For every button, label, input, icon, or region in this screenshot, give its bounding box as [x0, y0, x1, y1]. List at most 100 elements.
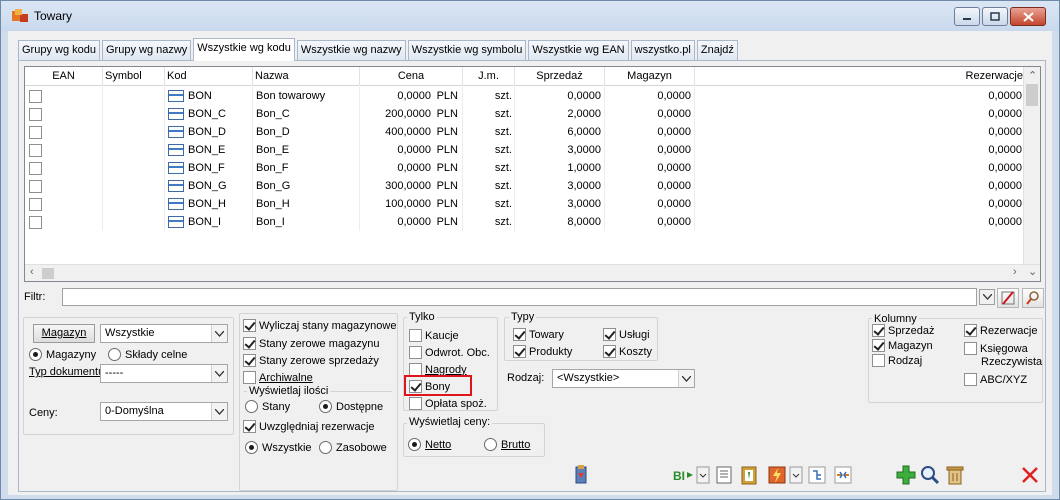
- checkbox-towary[interactable]: Towary: [513, 328, 564, 341]
- checkbox-col-sprzedaz[interactable]: Sprzedaż: [872, 324, 934, 337]
- checkbox-icon[interactable]: [29, 197, 42, 211]
- checkbox-col-rezerwacje[interactable]: Rezerwacje: [964, 324, 1037, 337]
- horizontal-scrollbar[interactable]: ‹ › ⌄: [25, 264, 1040, 281]
- scroll-up-icon[interactable]: ⌃: [1028, 69, 1037, 82]
- copy-to-clipboard-icon[interactable]: [570, 464, 592, 486]
- close-window-button[interactable]: [1010, 7, 1046, 26]
- checkbox-archiwalne[interactable]: Archiwalne: [243, 371, 313, 384]
- scroll-left-icon[interactable]: ‹: [30, 266, 34, 278]
- filter-input[interactable]: [62, 288, 977, 306]
- table-row[interactable]: BON_F Bon_F 0,0000 PLN szt. 1,0000 0,0000 0,000…: [25, 159, 1025, 177]
- maximize-button[interactable]: [982, 7, 1008, 26]
- tab-7[interactable]: Znajdź: [696, 40, 738, 61]
- table-row[interactable]: BON_I Bon_I 0,0000 PLN szt. 8,0000 0,0000 0,000…: [25, 213, 1025, 231]
- table-row[interactable]: BON Bon towarowy 0,0000 PLN szt. 0,0000 0,0000…: [25, 87, 1025, 105]
- radio-stany[interactable]: Stany: [245, 400, 290, 413]
- ceny-select[interactable]: 0-Domyślna: [100, 402, 228, 421]
- cell-ean[interactable]: [25, 159, 103, 177]
- tab-1[interactable]: Grupy wg nazwy: [101, 40, 192, 61]
- col-header-cena[interactable]: Cena: [360, 67, 463, 86]
- delete-icon[interactable]: [944, 464, 966, 486]
- checkbox-col-ksiegowa[interactable]: Księgowa: [964, 342, 1028, 355]
- chevron-down-icon[interactable]: [678, 370, 694, 387]
- table-row[interactable]: BON_C Bon_C 200,0000 PLN szt. 2,0000 0,0000 0,0…: [25, 105, 1025, 123]
- radio-brutto[interactable]: Brutto: [484, 438, 530, 451]
- radio-wszystkie[interactable]: Wszystkie: [245, 441, 312, 454]
- col-header-sprzedaz[interactable]: Sprzedaż: [515, 67, 605, 86]
- tab-0[interactable]: Grupy wg kodu: [18, 40, 100, 61]
- filter-dropdown-button[interactable]: [979, 289, 995, 305]
- magazyn-button[interactable]: Magazyn: [33, 324, 95, 343]
- search-icon[interactable]: [919, 464, 941, 486]
- radio-magazyny[interactable]: Magazyny: [29, 348, 96, 361]
- cell-ean[interactable]: [25, 195, 103, 213]
- checkbox-zerowe-sprzedazy[interactable]: Stany zerowe sprzedaży: [243, 354, 379, 367]
- clear-filter-button[interactable]: [997, 288, 1019, 308]
- checkbox-icon[interactable]: [29, 179, 42, 193]
- checkbox-kaucje[interactable]: Kaucje: [409, 329, 459, 342]
- checkbox-oplata-spoz[interactable]: Opłata spoż.: [409, 397, 487, 410]
- checkbox-icon[interactable]: [29, 89, 42, 103]
- checkbox-icon[interactable]: [29, 143, 42, 157]
- tab-2[interactable]: Wszystkie wg kodu: [193, 38, 295, 61]
- vertical-scroll-thumb[interactable]: [1026, 84, 1038, 106]
- tree-structure-icon[interactable]: [806, 464, 828, 486]
- cell-ean[interactable]: [25, 141, 103, 159]
- minimize-button[interactable]: [954, 7, 980, 26]
- cell-ean[interactable]: [25, 177, 103, 195]
- checkbox-icon[interactable]: [29, 125, 42, 139]
- col-header-magazyn[interactable]: Magazyn: [605, 67, 695, 86]
- checkbox-uwzgledniaj-rezerwacje[interactable]: Uwzględniaj rezerwacje: [243, 420, 375, 433]
- cell-ean[interactable]: [25, 105, 103, 123]
- vertical-scrollbar[interactable]: ⌃: [1023, 67, 1040, 264]
- radio-zasobowe[interactable]: Zasobowe: [319, 441, 387, 454]
- clipboard-icon[interactable]: [738, 464, 760, 486]
- table-row[interactable]: BON_E Bon_E 0,0000 PLN szt. 3,0000 0,0000 0,000…: [25, 141, 1025, 159]
- col-header-jm[interactable]: J.m.: [463, 67, 515, 86]
- filter-constructor-button[interactable]: [1022, 288, 1044, 308]
- checkbox-produkty[interactable]: Produkty: [513, 345, 572, 358]
- col-header-symbol[interactable]: Symbol: [103, 67, 165, 86]
- radio-sklady-celne[interactable]: Składy celne: [108, 348, 187, 361]
- checkbox-icon[interactable]: [29, 107, 42, 121]
- tab-6[interactable]: wszystko.pl: [630, 40, 695, 61]
- tab-3[interactable]: Wszystkie wg nazwy: [296, 40, 406, 61]
- col-header-ean[interactable]: EAN: [25, 67, 103, 86]
- chevron-down-icon[interactable]: [211, 325, 227, 342]
- merge-icon[interactable]: [832, 464, 854, 486]
- chevron-down-icon[interactable]: [211, 365, 227, 382]
- lightning-icon[interactable]: [766, 464, 788, 486]
- tab-4[interactable]: Wszystkie wg symbolu: [407, 40, 527, 61]
- add-icon[interactable]: [895, 464, 917, 486]
- col-header-rezerwacje[interactable]: Rezerwacje: [695, 67, 1025, 86]
- checkbox-uslugi[interactable]: Usługi: [603, 328, 650, 341]
- chevron-down-icon[interactable]: [211, 403, 227, 420]
- checkbox-koszty[interactable]: Koszty: [603, 345, 652, 358]
- col-header-kod[interactable]: Kod: [165, 67, 253, 86]
- scroll-down-icon[interactable]: ⌄: [1028, 265, 1037, 278]
- checkbox-col-magazyn[interactable]: Magazyn: [872, 339, 933, 352]
- cell-ean[interactable]: [25, 123, 103, 141]
- checkbox-icon[interactable]: [29, 161, 42, 175]
- typ-dokumentu-select[interactable]: -----: [100, 364, 228, 383]
- magazyn-select[interactable]: Wszystkie: [100, 324, 228, 343]
- radio-dostepne[interactable]: Dostępne: [319, 400, 383, 413]
- horizontal-scroll-thumb[interactable]: [42, 268, 54, 279]
- checkbox-col-abc[interactable]: ABC/XYZ: [964, 373, 1027, 386]
- table-row[interactable]: BON_H Bon_H 100,0000 PLN szt. 3,0000 0,0000 0,0…: [25, 195, 1025, 213]
- export-bi-icon[interactable]: BI: [673, 464, 695, 486]
- checkbox-col-rodzaj[interactable]: Rodzaj: [872, 354, 922, 367]
- checkbox-wyliczaj[interactable]: Wyliczaj stany magazynowe: [243, 319, 396, 332]
- close-icon[interactable]: [1019, 464, 1041, 486]
- tab-5[interactable]: Wszystkie wg EAN: [528, 40, 629, 61]
- table-row[interactable]: BON_D Bon_D 400,0000 PLN szt. 6,0000 0,0000 0,0…: [25, 123, 1025, 141]
- scroll-right-icon[interactable]: ›: [1013, 266, 1017, 278]
- products-grid[interactable]: EAN Symbol Kod Nazwa Cena J.m. Sprzedaż …: [24, 66, 1041, 282]
- table-row[interactable]: BON_G Bon_G 300,0000 PLN szt. 3,0000 0,0000 0,0…: [25, 177, 1025, 195]
- cell-ean[interactable]: [25, 87, 103, 105]
- list-icon[interactable]: [713, 464, 735, 486]
- checkbox-odwrot-obc[interactable]: Odwrot. Obc.: [409, 346, 490, 359]
- checkbox-zerowe-magazynu[interactable]: Stany zerowe magazynu: [243, 337, 379, 350]
- checkbox-icon[interactable]: [29, 215, 42, 229]
- cell-ean[interactable]: [25, 213, 103, 231]
